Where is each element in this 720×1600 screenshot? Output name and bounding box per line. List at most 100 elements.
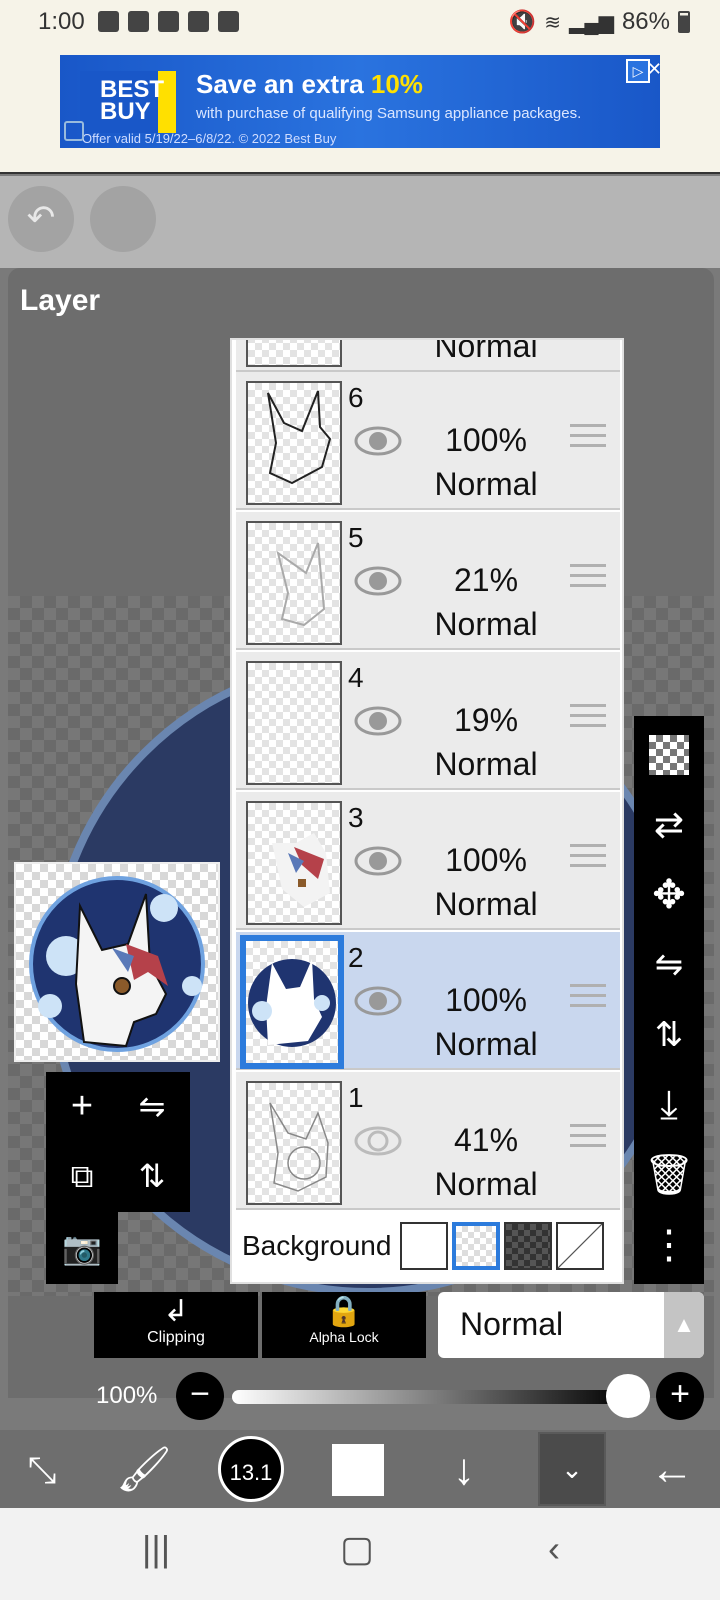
drag-handle-icon[interactable] <box>570 844 606 872</box>
visibility-eye-icon[interactable] <box>354 564 402 598</box>
flip-layer-vertical-icon[interactable]: ⇅ <box>634 1000 704 1070</box>
ad-banner[interactable]: BEST BUY Save an extra 10% with purchase… <box>60 55 660 148</box>
drag-handle-icon[interactable] <box>570 984 606 1012</box>
battery-icon <box>678 11 690 33</box>
add-layer-icon[interactable]: + <box>52 1076 112 1136</box>
arrow-down-icon[interactable]: ↓ <box>432 1438 496 1502</box>
layer-row-4[interactable]: 4 19% Normal <box>236 652 620 790</box>
recent-apps-icon[interactable]: ||| <box>142 1528 170 1570</box>
system-navigation-bar: ||| ▢ ‹ <box>0 1508 720 1600</box>
drag-handle-icon[interactable] <box>570 424 606 452</box>
clipping-icon: ↲ <box>163 1295 189 1328</box>
status-time: 1:00 <box>38 8 85 35</box>
layer-opacity: 21% <box>453 562 519 598</box>
bottom-toolbar: ⤡ 🖌 13.1 ↓ ⌄ ← <box>0 1430 720 1508</box>
brush-size-button[interactable]: 13.1 <box>218 1436 284 1502</box>
layer-mode: Normal <box>434 1026 538 1062</box>
layer-thumbnail <box>246 661 342 785</box>
visibility-eye-icon[interactable] <box>354 424 402 458</box>
checkbox-icon <box>128 11 149 32</box>
drag-handle-icon[interactable] <box>570 704 606 732</box>
image-icon <box>158 11 179 32</box>
ad-container: BEST BUY Save an extra 10% with purchase… <box>0 46 720 174</box>
notification-icons <box>98 11 239 32</box>
alpha-lock-button[interactable]: 🔒 Alpha Lock <box>262 1292 426 1358</box>
background-none-swatch[interactable] <box>556 1222 604 1270</box>
background-white-swatch[interactable] <box>400 1222 448 1270</box>
trash-icon[interactable]: 🗑 <box>634 1140 704 1210</box>
layer-mode: Normal <box>434 606 538 642</box>
drag-handle-icon[interactable] <box>570 564 606 592</box>
undo-button[interactable]: ↶ <box>8 186 74 252</box>
layer-row-2-selected[interactable]: 2 100% Normal <box>236 932 620 1070</box>
layer-row-1[interactable]: 1 41% Normal <box>236 1072 620 1210</box>
layer-row-5[interactable]: 5 21% Normal <box>236 512 620 650</box>
opacity-decrease-button[interactable]: − <box>176 1372 224 1420</box>
top-toolbar: ↶ <box>0 176 720 268</box>
left-tool-palette-2: 📷 <box>46 1212 118 1284</box>
brush-icon[interactable]: 🖌 <box>112 1438 176 1502</box>
clipping-button[interactable]: ↲ Clipping <box>94 1292 258 1358</box>
layer-number: 5 <box>348 522 364 553</box>
layer-row-3[interactable]: 3 100% Normal <box>236 792 620 930</box>
layer-thumbnail <box>240 935 344 1069</box>
transform-tool-icon[interactable]: ⤡ <box>10 1438 74 1502</box>
back-arrow-icon[interactable]: ← <box>640 1438 704 1502</box>
drag-handle-icon[interactable] <box>570 1124 606 1152</box>
app-root: 1:00 🔇 ≋ ▂▄▆ 86% BEST BUY Save an extra <box>0 0 720 1600</box>
redo-button[interactable] <box>90 186 156 252</box>
duplicate-layer-icon[interactable]: ⧉ <box>52 1146 112 1206</box>
ad-headline-highlight: 10% <box>370 69 423 99</box>
visibility-eye-icon[interactable] <box>354 844 402 878</box>
opacity-increase-button[interactable]: + <box>656 1372 704 1420</box>
checker-icon[interactable] <box>634 720 704 790</box>
layer-opacity: 100% <box>445 422 527 458</box>
system-back-icon[interactable]: ‹ <box>548 1528 560 1570</box>
folder-icon <box>98 11 119 32</box>
visibility-eye-icon[interactable] <box>354 984 402 1018</box>
flip-vertical-icon[interactable]: ⇅ <box>122 1146 182 1206</box>
brand-line-2: BUY <box>100 98 151 125</box>
opacity-slider[interactable] <box>232 1390 628 1404</box>
color-picker-button[interactable] <box>332 1444 384 1496</box>
panel-title: Layer <box>20 284 101 317</box>
background-label: Background <box>242 1230 392 1261</box>
ad-close-icon[interactable]: ✕ <box>647 59 660 80</box>
lock-icon: 🔒 <box>325 1295 363 1328</box>
visibility-eye-icon[interactable] <box>354 1124 402 1158</box>
signal-icon: ▂▄▆ <box>569 11 614 34</box>
blend-controls: ↲ Clipping 🔒 Alpha Lock Normal ▲ <box>94 1292 704 1358</box>
background-dark-checker-swatch[interactable] <box>504 1222 552 1270</box>
mute-icon: 🔇 <box>508 9 537 34</box>
merge-down-icon[interactable]: ⤓ <box>634 1070 704 1140</box>
layer-row-partial[interactable]: Normal <box>236 338 620 372</box>
flip-layer-horizontal-icon[interactable]: ⇋ <box>634 930 704 1000</box>
ad-subline: with purchase of qualifying Samsung appl… <box>196 105 582 122</box>
wifi-icon: ≋ <box>544 11 562 34</box>
layer-thumbnail <box>246 381 342 505</box>
visibility-eye-icon[interactable] <box>354 704 402 738</box>
background-transparent-swatch[interactable] <box>452 1222 500 1270</box>
more-options-icon[interactable]: ⋮ <box>634 1210 704 1280</box>
layer-list[interactable]: Normal 6 100% Normal 5 21% Normal 4 19% … <box>230 338 624 1284</box>
home-icon[interactable]: ▢ <box>340 1528 374 1570</box>
layers-button[interactable]: ⌄ <box>538 1432 606 1506</box>
camera-icon[interactable]: 📷 <box>52 1218 112 1278</box>
opacity-label: 100% <box>96 1382 158 1409</box>
adchoices-small-icon[interactable] <box>64 121 84 141</box>
left-tool-palette: + ⇋ ⧉ ⇅ <box>46 1072 190 1212</box>
layer-opacity: 100% <box>445 982 527 1018</box>
layer-mode: Normal <box>434 338 538 364</box>
dropdown-arrow-icon: ▲ <box>664 1292 704 1358</box>
layer-row-6[interactable]: 6 100% Normal <box>236 372 620 510</box>
clipping-label: Clipping <box>147 1329 205 1346</box>
blend-mode-select[interactable]: Normal ▲ <box>438 1292 704 1358</box>
move-icon[interactable]: ✥ <box>634 860 704 930</box>
opacity-slider-knob[interactable] <box>606 1374 650 1418</box>
swap-layer-icon[interactable]: ⇄ <box>634 790 704 860</box>
layer-opacity: 100% <box>445 842 527 878</box>
flip-horizontal-icon[interactable]: ⇋ <box>122 1076 182 1136</box>
layer-opacity: 41% <box>453 1122 519 1158</box>
status-bar: 1:00 🔇 ≋ ▂▄▆ 86% <box>0 0 720 46</box>
layer-opacity: 19% <box>453 702 519 738</box>
